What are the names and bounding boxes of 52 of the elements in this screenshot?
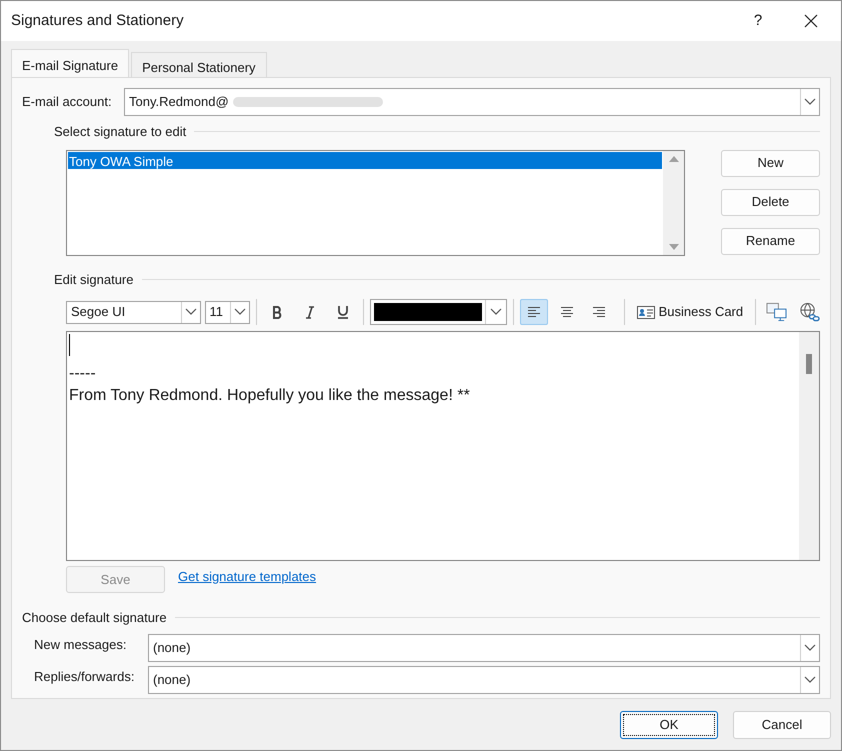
tab[interactable]: E-mail Signature bbox=[11, 49, 130, 77]
field-value: Tony.Redmond@ bbox=[128, 93, 230, 112]
align-left-icon bbox=[526, 307, 541, 317]
chevron-down-icon bbox=[804, 676, 816, 684]
action-button[interactable]: New bbox=[721, 150, 820, 176]
contact-card-icon bbox=[636, 306, 655, 318]
scrollbar-thumb[interactable] bbox=[806, 354, 812, 374]
action-button[interactable]: Rename bbox=[721, 228, 820, 254]
signature-dropdown[interactable]: (none) bbox=[148, 634, 820, 662]
section-title: Select signature to edit bbox=[54, 123, 186, 141]
field-label: Replies/forwards: bbox=[34, 668, 136, 686]
list-item[interactable]: Tony OWA Simple bbox=[68, 152, 662, 168]
bold-icon bbox=[272, 306, 284, 318]
field-value: (none) bbox=[152, 670, 192, 689]
font-dropdown[interactable]: Segoe UI bbox=[66, 300, 201, 324]
align-right-icon bbox=[592, 307, 606, 317]
field-value: Segoe UI bbox=[70, 303, 126, 322]
action-button[interactable]: Delete bbox=[721, 188, 820, 216]
window-title: Signatures and Stationery bbox=[11, 10, 185, 31]
tab[interactable]: Personal Stationery bbox=[131, 52, 267, 77]
business-card-button[interactable]: Business Card bbox=[634, 299, 746, 325]
signature-dropdown[interactable]: (none) bbox=[148, 666, 820, 694]
scrollbar[interactable] bbox=[799, 332, 819, 560]
chevron-down-icon bbox=[490, 308, 502, 316]
color-dropdown[interactable] bbox=[370, 299, 507, 325]
signature-text: ----- bbox=[69, 364, 97, 384]
section-title: Choose default signature bbox=[22, 609, 167, 627]
section-title: Edit signature bbox=[54, 270, 134, 289]
field-label: New messages: bbox=[34, 636, 128, 654]
help-button[interactable]: ? bbox=[735, 10, 781, 32]
templates-link[interactable]: Get signature templates bbox=[178, 566, 316, 586]
field-value: (none) bbox=[152, 638, 192, 657]
close-icon bbox=[804, 14, 818, 28]
align-center-icon bbox=[560, 307, 574, 317]
picture-insert-icon[interactable] bbox=[766, 302, 788, 322]
chevron-down-icon bbox=[234, 308, 246, 316]
text-cursor bbox=[69, 334, 70, 356]
dialog-button[interactable]: OK bbox=[620, 711, 718, 739]
chevron-down-icon bbox=[184, 308, 197, 316]
account-dropdown[interactable]: Tony.Redmond@ bbox=[124, 88, 820, 116]
account-label: E-mail account: bbox=[22, 93, 113, 112]
italic-icon bbox=[305, 306, 316, 318]
signature-editor[interactable]: ----- From Tony Redmond. Hopefully you like the message! ** bbox=[66, 331, 820, 561]
size-dropdown[interactable]: 11 bbox=[204, 300, 250, 324]
hyperlink-icon[interactable] bbox=[799, 301, 820, 323]
underline-icon bbox=[336, 305, 349, 319]
signature-text: From Tony Redmond. Hopefully you like the message! ** bbox=[69, 386, 471, 406]
align-button[interactable] bbox=[520, 299, 548, 325]
chevron-down-icon bbox=[804, 98, 816, 106]
dialog-button[interactable]: Cancel bbox=[733, 711, 831, 739]
field-value: 11 bbox=[208, 303, 224, 322]
chevron-down-icon bbox=[804, 644, 816, 652]
